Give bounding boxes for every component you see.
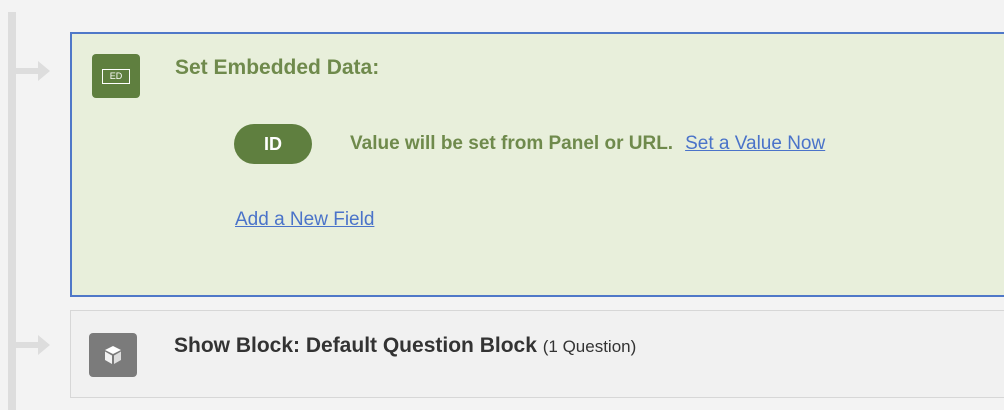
question-count: (1 Question) <box>542 337 637 356</box>
cube-icon <box>89 333 137 377</box>
embedded-data-title: Set Embedded Data: <box>175 56 380 79</box>
embedded-field-row: ID Value will be set from Panel or URL. … <box>234 123 825 165</box>
flow-arrow-icon <box>16 61 50 81</box>
flow-arrow-icon <box>16 335 50 355</box>
show-block-element[interactable]: Show Block: Default Question Block (1 Qu… <box>70 310 1004 398</box>
set-value-link[interactable]: Set a Value Now <box>685 133 825 155</box>
survey-flow-canvas: ED Set Embedded Data: ID Value will be s… <box>0 0 1004 410</box>
embedded-data-icon: ED <box>92 54 140 98</box>
show-block-title: Show Block: Default Question Block (1 Qu… <box>174 333 636 360</box>
show-block-name: Show Block: Default Question Block <box>174 334 537 357</box>
field-value-note: Value will be set from Panel or URL. <box>350 133 674 154</box>
embedded-data-icon-label: ED <box>102 68 130 84</box>
embedded-field-name[interactable]: ID <box>234 124 312 164</box>
add-new-field-link[interactable]: Add a New Field <box>235 209 374 231</box>
flow-connector-line <box>8 12 16 410</box>
embedded-data-element[interactable]: ED Set Embedded Data: ID Value will be s… <box>70 32 1004 297</box>
cube-icon-graphic <box>105 346 121 364</box>
